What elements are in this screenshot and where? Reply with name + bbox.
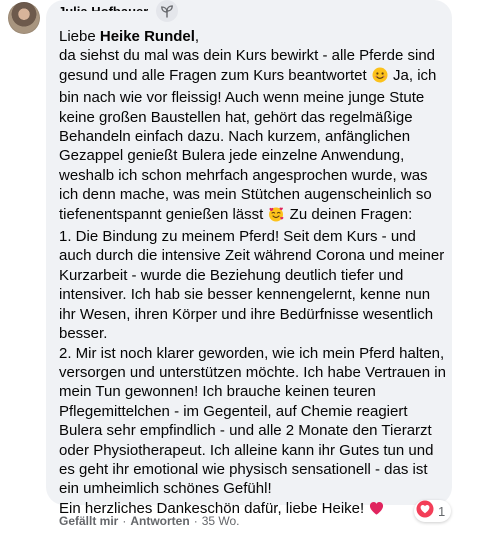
separator: · [122, 514, 127, 528]
comment-bubble: Julia Hofbauer Liebe Heike Rundel, da si… [46, 0, 452, 517]
greeting-prefix: Liebe [59, 28, 100, 45]
author-row: Julia Hofbauer [58, 0, 179, 24]
red-heart-icon [369, 501, 384, 521]
seedling-icon[interactable] [156, 0, 179, 22]
reaction-summary[interactable]: 1 [414, 500, 452, 523]
timestamp[interactable]: 35 Wo. [202, 514, 240, 528]
author-name[interactable]: Julia Hofbauer [58, 4, 148, 11]
mention-link[interactable]: Heike Rundel [100, 28, 195, 45]
comment: Julia Hofbauer Liebe Heike Rundel, da si… [0, 0, 480, 534]
comment-actions: Gefällt mir · Antworten · 35 Wo. [59, 513, 240, 529]
comment-text: Liebe Heike Rundel, da siehst du mal was… [59, 27, 447, 521]
avatar[interactable] [8, 2, 40, 34]
paragraph-intro-c: Zu deinen Fragen: [285, 205, 413, 223]
greeting-suffix: , [194, 28, 200, 45]
smiling-face-with-hearts-icon [268, 206, 284, 227]
point-two: 2. Mir ist noch klarer geworden, wie ich… [59, 344, 446, 498]
paragraph-intro-b: Ja, ich bin nach wie vor fleissig! Auch … [59, 66, 437, 223]
paragraph-intro: da siehst du mal was dein Kurs bewirkt -… [59, 46, 447, 227]
like-button[interactable]: Gefällt mir [59, 514, 118, 528]
smiling-face-icon [372, 67, 388, 88]
point-one: 1. Die Bindung zu meinem Pferd! Seit dem… [59, 228, 445, 343]
greeting-line: Liebe Heike Rundel, [59, 27, 447, 46]
separator: · [193, 514, 198, 528]
love-reaction-icon [416, 500, 434, 523]
reply-button[interactable]: Antworten [130, 514, 189, 528]
reaction-count: 1 [438, 503, 446, 519]
avatar-border [8, 2, 40, 34]
